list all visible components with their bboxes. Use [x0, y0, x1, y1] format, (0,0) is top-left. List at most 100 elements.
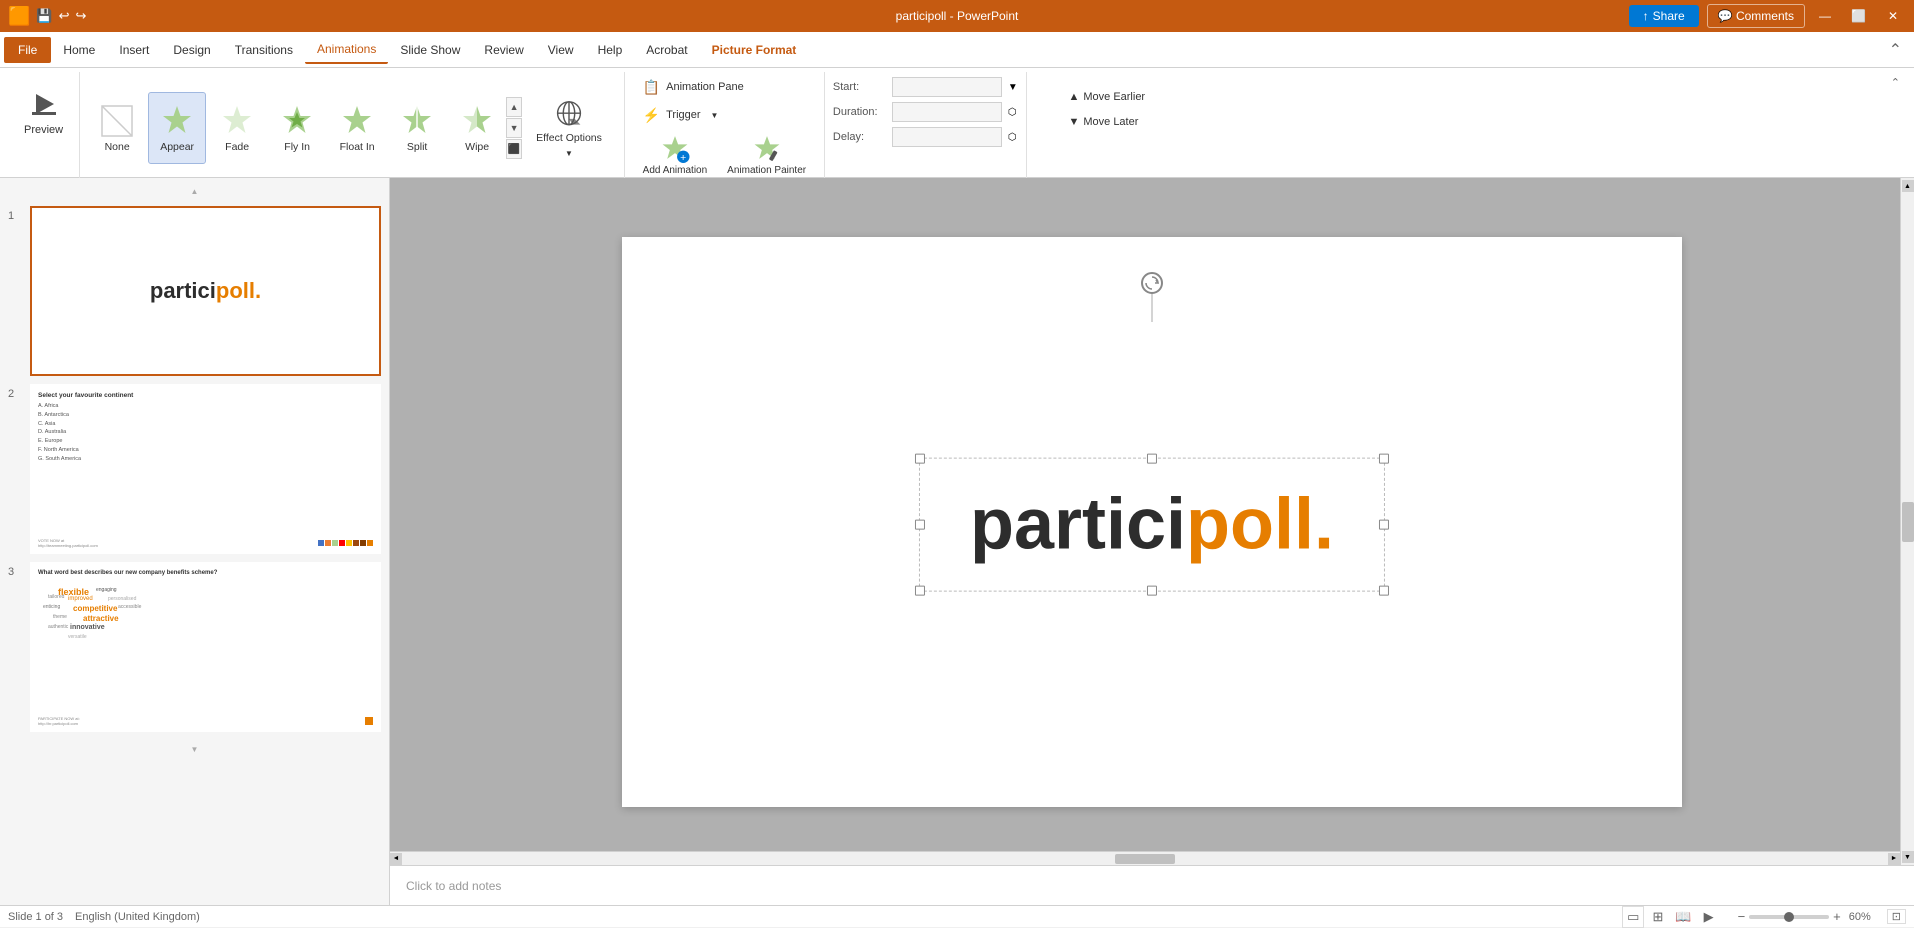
anim-none-label: None	[105, 141, 130, 153]
reading-view-btn[interactable]: 📖	[1671, 907, 1695, 927]
ribbon-collapse[interactable]: ⌃	[1885, 72, 1906, 93]
slide-img-1[interactable]: participoll.	[30, 206, 381, 376]
handle-tr[interactable]	[1379, 453, 1389, 463]
close-btn[interactable]: ✕	[1880, 7, 1906, 25]
menu-item-file[interactable]: File	[4, 37, 51, 63]
menu-item-acrobat[interactable]: Acrobat	[634, 37, 699, 63]
comments-button[interactable]: 💬 Comments	[1707, 4, 1805, 28]
anim-item-flyin[interactable]: Fly In	[268, 92, 326, 164]
anim-split-label: Split	[407, 141, 427, 153]
thumb3-footer: PARTICIPATE NOW at:http://hr.participoll…	[38, 716, 80, 726]
handle-br[interactable]	[1379, 585, 1389, 595]
timing-delay-input[interactable]	[892, 127, 1002, 147]
anim-item-none[interactable]: None	[88, 92, 146, 164]
anim-item-appear[interactable]: Appear	[148, 92, 206, 164]
normal-view-btn[interactable]: ▭	[1622, 906, 1644, 928]
menu-item-review[interactable]: Review	[472, 37, 535, 63]
timing-duration-spinner[interactable]: ⬡	[1008, 107, 1017, 118]
notes-bar[interactable]: Click to add notes	[390, 865, 1914, 905]
handle-mr[interactable]	[1379, 519, 1389, 529]
slide-thumb-2[interactable]: 2 Select your favourite continent A. Afr…	[8, 384, 381, 554]
zoom-slider-thumb[interactable]	[1784, 912, 1794, 922]
quick-access-undo[interactable]: ↩	[59, 8, 70, 24]
ribbon-collapse-btn[interactable]: ⌃	[1881, 40, 1910, 60]
handle-bc[interactable]	[1147, 585, 1157, 595]
slideshow-btn[interactable]: ▶	[1700, 907, 1718, 927]
scroll-thumb[interactable]	[1902, 502, 1914, 542]
timing-duration-input[interactable]	[892, 102, 1002, 122]
menu-item-home[interactable]: Home	[51, 37, 107, 63]
preview-button[interactable]: Preview	[16, 76, 71, 148]
comments-icon: 💬	[1718, 9, 1733, 23]
minimize-btn[interactable]: —	[1813, 7, 1837, 25]
slide-sorter-btn[interactable]: ⊞	[1648, 907, 1667, 927]
animation-painter-icon	[751, 134, 783, 163]
title-bar: 🟧 💾 ↩ ↪ participoll - PowerPoint ↑ Share…	[0, 0, 1914, 32]
animation-pane-button[interactable]: 📋 Animation Pane	[635, 74, 814, 100]
vertical-scrollbar[interactable]: ▲ ▼	[1900, 178, 1914, 865]
h-scroll-thumb[interactable]	[1115, 854, 1175, 864]
zoom-out-btn[interactable]: −	[1738, 909, 1746, 924]
panel-down-arrow[interactable]: ▼	[8, 744, 381, 754]
logo-selection-box[interactable]: participoll.	[919, 457, 1385, 591]
restore-btn[interactable]: ⬜	[1845, 7, 1872, 25]
timing-start-input[interactable]	[892, 77, 1002, 97]
rotate-icon	[1145, 276, 1159, 290]
quick-access-redo[interactable]: ↪	[76, 8, 87, 24]
quick-access-save[interactable]: 💾	[36, 8, 52, 24]
animation-painter-button[interactable]: Animation Painter	[719, 130, 814, 180]
gallery-scroll: ▲ ▼ ⬛	[506, 95, 522, 161]
slide-info: Slide 1 of 3	[8, 911, 63, 923]
handle-bl[interactable]	[915, 585, 925, 595]
menu-item-insert[interactable]: Insert	[107, 37, 161, 63]
anim-item-fade[interactable]: Fade	[208, 92, 266, 164]
slide-thumb-1[interactable]: 1 participoll.	[8, 206, 381, 376]
ribbon-group-advanced: 📋 Animation Pane ⚡ Trigger ▼ +	[625, 72, 825, 195]
menu-item-design[interactable]: Design	[161, 37, 222, 63]
gallery-more[interactable]: ⬛	[506, 139, 522, 159]
slide-img-3[interactable]: What word best describes our new company…	[30, 562, 381, 732]
add-animation-button[interactable]: + Add Animation	[635, 130, 716, 180]
handle-tl[interactable]	[915, 453, 925, 463]
horizontal-scrollbar[interactable]: ◄ ►	[390, 851, 1900, 865]
slide-canvas[interactable]: participoll.	[622, 237, 1682, 807]
menu-item-picture-format[interactable]: Picture Format	[700, 37, 809, 63]
slide-img-2[interactable]: Select your favourite continent A. Afric…	[30, 384, 381, 554]
menu-item-view[interactable]: View	[536, 37, 586, 63]
gallery-scroll-down[interactable]: ▼	[506, 118, 522, 138]
handle-ml[interactable]	[915, 519, 925, 529]
menu-item-help[interactable]: Help	[586, 37, 635, 63]
none-star	[100, 104, 134, 138]
scroll-up-btn[interactable]: ▲	[1902, 180, 1914, 192]
fit-slide-btn[interactable]: ⊡	[1887, 909, 1906, 924]
canvas-area[interactable]: participoll.	[390, 178, 1914, 865]
timing-delay-spinner[interactable]: ⬡	[1008, 132, 1017, 143]
anim-item-split[interactable]: Split	[388, 92, 446, 164]
anim-item-floatin[interactable]: Float In	[328, 92, 386, 164]
scroll-left-btn[interactable]: ◄	[390, 853, 402, 865]
zoom-in-btn[interactable]: +	[1833, 909, 1841, 924]
effect-options-icon	[553, 98, 585, 128]
trigger-button[interactable]: ⚡ Trigger ▼	[635, 102, 814, 128]
move-earlier-button[interactable]: ▲ Move Earlier	[1064, 86, 1149, 108]
menu-item-transitions[interactable]: Transitions	[223, 37, 305, 63]
trigger-icon: ⚡	[643, 107, 660, 124]
scroll-down-btn[interactable]: ▼	[1902, 851, 1914, 863]
gallery-scroll-up[interactable]: ▲	[506, 97, 522, 117]
move-earlier-icon: ▲	[1068, 91, 1079, 103]
menu-item-animations[interactable]: Animations	[305, 36, 388, 64]
scroll-right-btn[interactable]: ►	[1888, 853, 1900, 865]
zoom-slider[interactable]	[1749, 915, 1829, 919]
handle-tc[interactable]	[1147, 453, 1157, 463]
menu-item-slideshow[interactable]: Slide Show	[388, 37, 472, 63]
rotate-handle[interactable]	[1141, 272, 1163, 294]
share-button[interactable]: ↑ Share	[1629, 5, 1699, 27]
slide-thumb-3[interactable]: 3 What word best describes our new compa…	[8, 562, 381, 732]
anim-item-wipe[interactable]: Wipe	[448, 92, 506, 164]
timing-start-dropdown[interactable]: ▼	[1008, 82, 1018, 93]
title-bar-title: participoll - PowerPoint	[896, 9, 1019, 23]
effect-options-button[interactable]: Effect Options ▼	[528, 94, 610, 162]
move-later-button[interactable]: ▼ Move Later	[1064, 111, 1142, 133]
zoom-controls: − + 60%	[1738, 909, 1875, 924]
panel-up-arrow[interactable]: ▲	[8, 186, 381, 196]
